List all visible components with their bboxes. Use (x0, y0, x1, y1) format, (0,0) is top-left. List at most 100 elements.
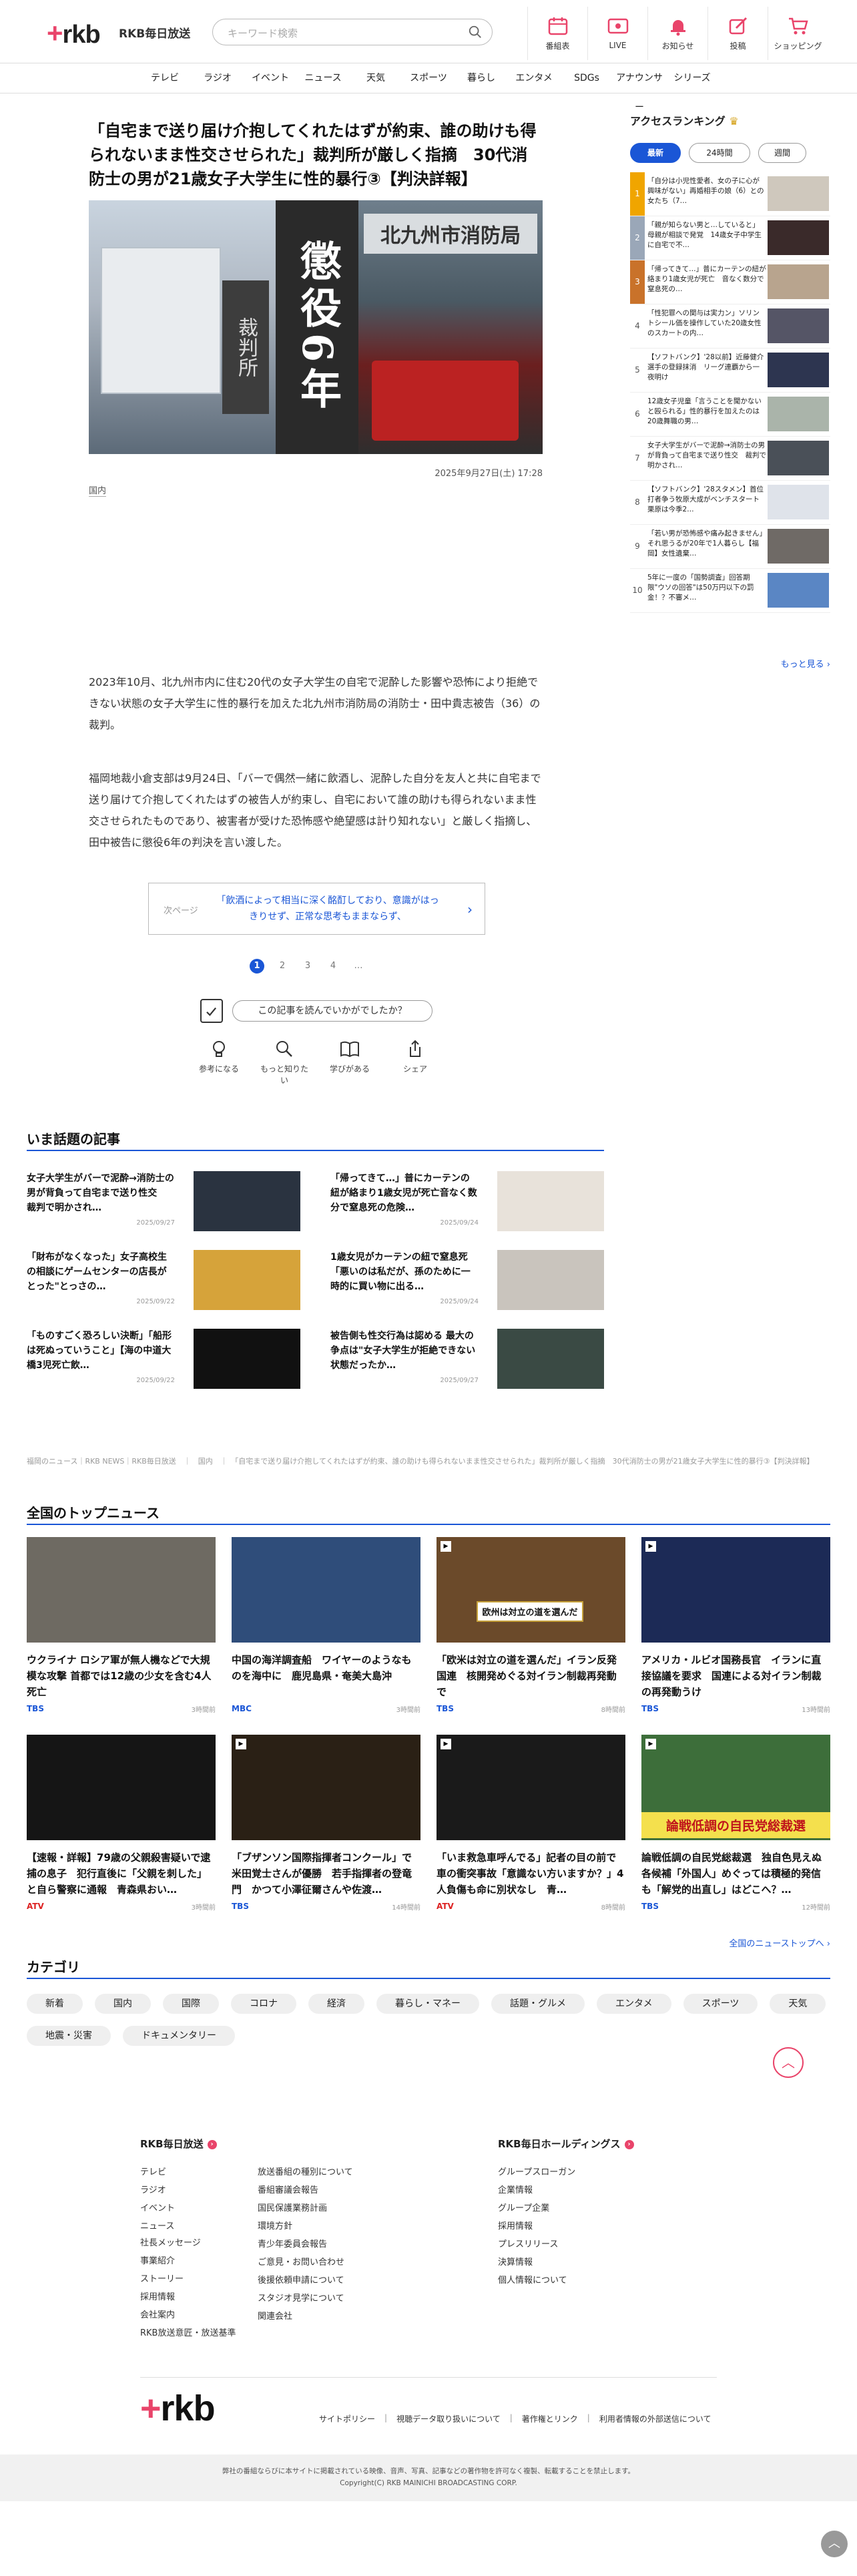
category-chip[interactable]: 暮らし・マネー (376, 1994, 479, 2014)
page-2[interactable]: 2 (275, 959, 290, 974)
news-card[interactable]: ウクライナ ロシア軍が無人機などで大規模な攻撃 首都では12歳の少女を含む4人死… (27, 1537, 216, 1714)
news-card[interactable]: 【速報・詳報】79歳の父親殺害疑いで逮捕の息子 犯行直後に「父親を刺した」と自ら… (27, 1735, 216, 1912)
trending-item[interactable]: 被告側も性交行為は認める 最大の争点は"女子大学生が拒絶できない状態だったか… 2… (330, 1322, 604, 1389)
footer-link[interactable]: 国民保護業務計画 (258, 2199, 353, 2217)
footer-policy-link[interactable]: 著作権とリンク (522, 2413, 578, 2424)
category-chip[interactable]: ドキュメンタリー (123, 2026, 235, 2046)
footer-link[interactable]: 企業情報 (498, 2181, 575, 2199)
footer-link[interactable]: 事業紹介 (140, 2252, 236, 2270)
site-logo[interactable]: +rkb (47, 17, 101, 49)
ranking-item[interactable]: 9 「若い男が恐怖感や痛み起きません」それ思うるが20年で1人暮らし【福岡】女性遺… (630, 525, 830, 569)
footer-link[interactable]: ニュース (140, 2217, 175, 2235)
trending-item[interactable]: 「ものすごく恐ろしい決断」「船形は死ぬっていうこと」【海の中道大橋3児死亡飲… 2… (27, 1322, 300, 1389)
nav-item-entame[interactable]: エンタメ (508, 63, 561, 93)
header-shopping-button[interactable]: ショッピング (768, 7, 828, 60)
nav-item-tv[interactable]: テレビ (139, 63, 192, 93)
ranking-item[interactable]: 10 5年に一度の「国勢調査」回答期限"ウソの回答"は50万円以下の罰金！？不審メ… (630, 569, 830, 613)
footer-link[interactable]: グループスローガン (498, 2163, 575, 2181)
search-icon[interactable] (468, 25, 483, 39)
news-card[interactable]: ▶ アメリカ・ルビオ国務長官 イランに直接協議を要求 国連による対イラン制裁の再発… (641, 1537, 830, 1714)
category-chip[interactable]: 地震・災害 (27, 2026, 111, 2046)
trending-item[interactable]: 1歳女児がカーテンの紐で窒息死「悪いのは私だが、孫のために一時的に買い物に出る…… (330, 1243, 604, 1310)
footer-rkb-title[interactable]: RKB毎日放送 › (140, 2137, 217, 2151)
nav-item-announcer[interactable]: アナウンサー (613, 63, 666, 113)
tab-latest[interactable]: 最新 (630, 143, 681, 163)
footer-policy-link[interactable]: 利用者情報の外部送信について (599, 2413, 711, 2424)
category-chip[interactable]: 天気 (770, 1994, 826, 2014)
nav-item-sdgs[interactable]: SDGs (561, 63, 613, 93)
footer-policy-link[interactable]: サイトポリシー (319, 2413, 375, 2424)
ranking-item[interactable]: 4 「性犯罪への関与は実力ン」ソリントシール価を操作していた20歳女性のスカートの… (630, 304, 830, 349)
header-post-button[interactable]: 投稿 (707, 7, 768, 60)
footer-holdings-title[interactable]: RKB毎日ホールディングス › (498, 2137, 634, 2151)
reaction-learned[interactable]: 学びがある (324, 1039, 375, 1086)
footer-link[interactable]: 個人情報について (498, 2272, 575, 2290)
footer-link[interactable]: ラジオ (140, 2181, 175, 2199)
header-tvguide-button[interactable]: 番組表 (527, 7, 587, 60)
nav-item-radio[interactable]: ラジオ (192, 63, 244, 93)
next-page-button[interactable]: 次ページ 「飲酒によって相当に深く酩酊しており、意識がはっきりせず、正常な思考も… (148, 883, 485, 935)
nav-item-series[interactable]: シリーズ (666, 63, 719, 93)
header-notice-button[interactable]: お知らせ (647, 7, 707, 60)
ranking-item[interactable]: 8 【ソフトバンク】'28スタメン】首位打者争う牧原大成がベンチスタート 栗原は今… (630, 481, 830, 525)
footer-link[interactable]: 環境方針 (258, 2217, 353, 2235)
footer-logo[interactable]: +rkb (140, 2388, 216, 2429)
search-input[interactable]: キーワード検索 (212, 19, 493, 45)
nav-item-weather[interactable]: 天気 (350, 63, 402, 93)
trending-item[interactable]: 「帰ってきて…」普にカーテンの紐が絡まり1歳女児が死亡音なく数分で窒息死の危険…… (330, 1164, 604, 1231)
ranking-item[interactable]: 6 12歳女子児童「言うことを聞かないと殴られる」性的暴行を加えたのは20歳舞職の… (630, 393, 830, 437)
footer-link[interactable]: ご意見・お問い合わせ (258, 2253, 353, 2272)
footer-link[interactable]: 社長メッセージ (140, 2234, 236, 2252)
news-card[interactable]: ▶ 論戦低調の自民党総裁選 論戦低調の自民党総裁選 独自色見えぬ各候補「外国人」めぐ… (641, 1735, 830, 1912)
category-chip[interactable]: 国際 (163, 1994, 219, 2014)
news-card[interactable]: ▶ 欧州は対立の道を選んだ 「欧米は対立の道を選んだ」イラン反発 国連 核開発めぐる… (437, 1537, 625, 1714)
category-chip[interactable]: コロナ (231, 1994, 296, 2014)
category-chip[interactable]: 新着 (27, 1994, 83, 2014)
all-news-link[interactable]: 全国のニューストップへ › (729, 1936, 830, 1949)
footer-link[interactable]: グループ企業 (498, 2199, 575, 2217)
news-card[interactable]: ▶ 「いま救急車呼んでる」記者の目の前で車の衝突事故「意識ない方いますか？」4人負… (437, 1735, 625, 1912)
ranking-item[interactable]: 3 「帰ってきて…」普にカーテンの紐が絡まり1歳女児が死亡 音なく数分で窒息死の… (630, 260, 830, 304)
ranking-item[interactable]: 7 女子大学生がバーで泥酔→消防士の男が背負って自宅まで送り性交 裁判で明かされ… (630, 437, 830, 481)
category-chip[interactable]: 経済 (308, 1994, 364, 2014)
station-name[interactable]: RKB毎日放送 (119, 24, 190, 41)
trending-item[interactable]: 「財布がなくなった」女子高校生の相談にゲームセンターの店長がとった"とっさの… 2… (27, 1243, 300, 1310)
nav-item-life[interactable]: 暮らし (455, 63, 508, 93)
footer-link[interactable]: 採用情報 (140, 2288, 236, 2306)
ranking-more-link[interactable]: もっと見る › (781, 657, 830, 670)
footer-link[interactable]: RKB放送意匠・放送基準 (140, 2324, 236, 2342)
footer-link[interactable]: 決算情報 (498, 2253, 575, 2272)
ranking-item[interactable]: 5 【ソフトバンク】'28以前】近藤健介選手の登録抹消 リーグ連覇から一夜明け (630, 349, 830, 393)
nav-item-event[interactable]: イベント (244, 63, 297, 93)
footer-link[interactable]: 会社案内 (140, 2306, 236, 2324)
nav-item-sports[interactable]: スポーツ (402, 63, 455, 93)
ranking-item[interactable]: 2 「親が知らない男と…していると」母親が相談で発覚 14歳女子中学生に自宅で不… (630, 216, 830, 260)
article-category[interactable]: 国内 (89, 483, 107, 497)
news-card[interactable]: ▶ 「ブザンソン国際指揮者コンクール」で米田覚士さんが優勝 若手指揮者の登竜門 か… (232, 1735, 420, 1912)
footer-link[interactable]: スタジオ見学について (258, 2290, 353, 2308)
breadcrumb[interactable]: 福岡のニュース｜RKB NEWS｜RKB毎日放送 ｜ 国内 ｜ 「自宅まで送り届… (27, 1456, 828, 1468)
category-chip[interactable]: 国内 (95, 1994, 151, 2014)
footer-policy-link[interactable]: 視聴データ取り扱いについて (396, 2413, 501, 2424)
reaction-helpful[interactable]: 参考になる (194, 1039, 244, 1086)
trending-item[interactable]: 女子大学生がバーで泥酔→消防士の男が背負って自宅まで送り性交 裁判で明かされ… 2… (27, 1164, 300, 1231)
page-3[interactable]: 3 (300, 959, 315, 974)
ranking-item[interactable]: 1 「自分は小児性愛者、女の子に心が興味がない」再婚相手の娘（6）との女たち（7… (630, 172, 830, 216)
footer-link[interactable]: プレスリリース (498, 2235, 575, 2253)
footer-link[interactable]: 関連会社 (258, 2308, 353, 2326)
nav-item-news[interactable]: ニュース (297, 63, 350, 93)
tab-24h[interactable]: 24時間 (689, 143, 750, 163)
footer-link[interactable]: テレビ (140, 2163, 175, 2181)
category-chip[interactable]: 話題・グルメ (491, 1994, 585, 2014)
footer-link[interactable]: 採用情報 (498, 2217, 575, 2235)
header-live-button[interactable]: LIVE (587, 7, 647, 60)
scroll-top-icon[interactable]: ︿ (821, 2531, 848, 2557)
reaction-know-more[interactable]: もっと知りたい (259, 1039, 310, 1086)
page-4[interactable]: 4 (326, 959, 340, 974)
footer-link[interactable]: イベント (140, 2199, 175, 2217)
reaction-share[interactable]: シェア (390, 1039, 441, 1086)
footer-link[interactable]: 放送番組の種別について (258, 2163, 353, 2181)
news-card[interactable]: 中国の海洋調査船 ワイヤーのようなものを海中に 鹿児島県・奄美大島沖 MBC 3時間… (232, 1537, 420, 1714)
footer-link[interactable]: 番組審議会報告 (258, 2181, 353, 2199)
category-chip[interactable]: スポーツ (683, 1994, 758, 2014)
